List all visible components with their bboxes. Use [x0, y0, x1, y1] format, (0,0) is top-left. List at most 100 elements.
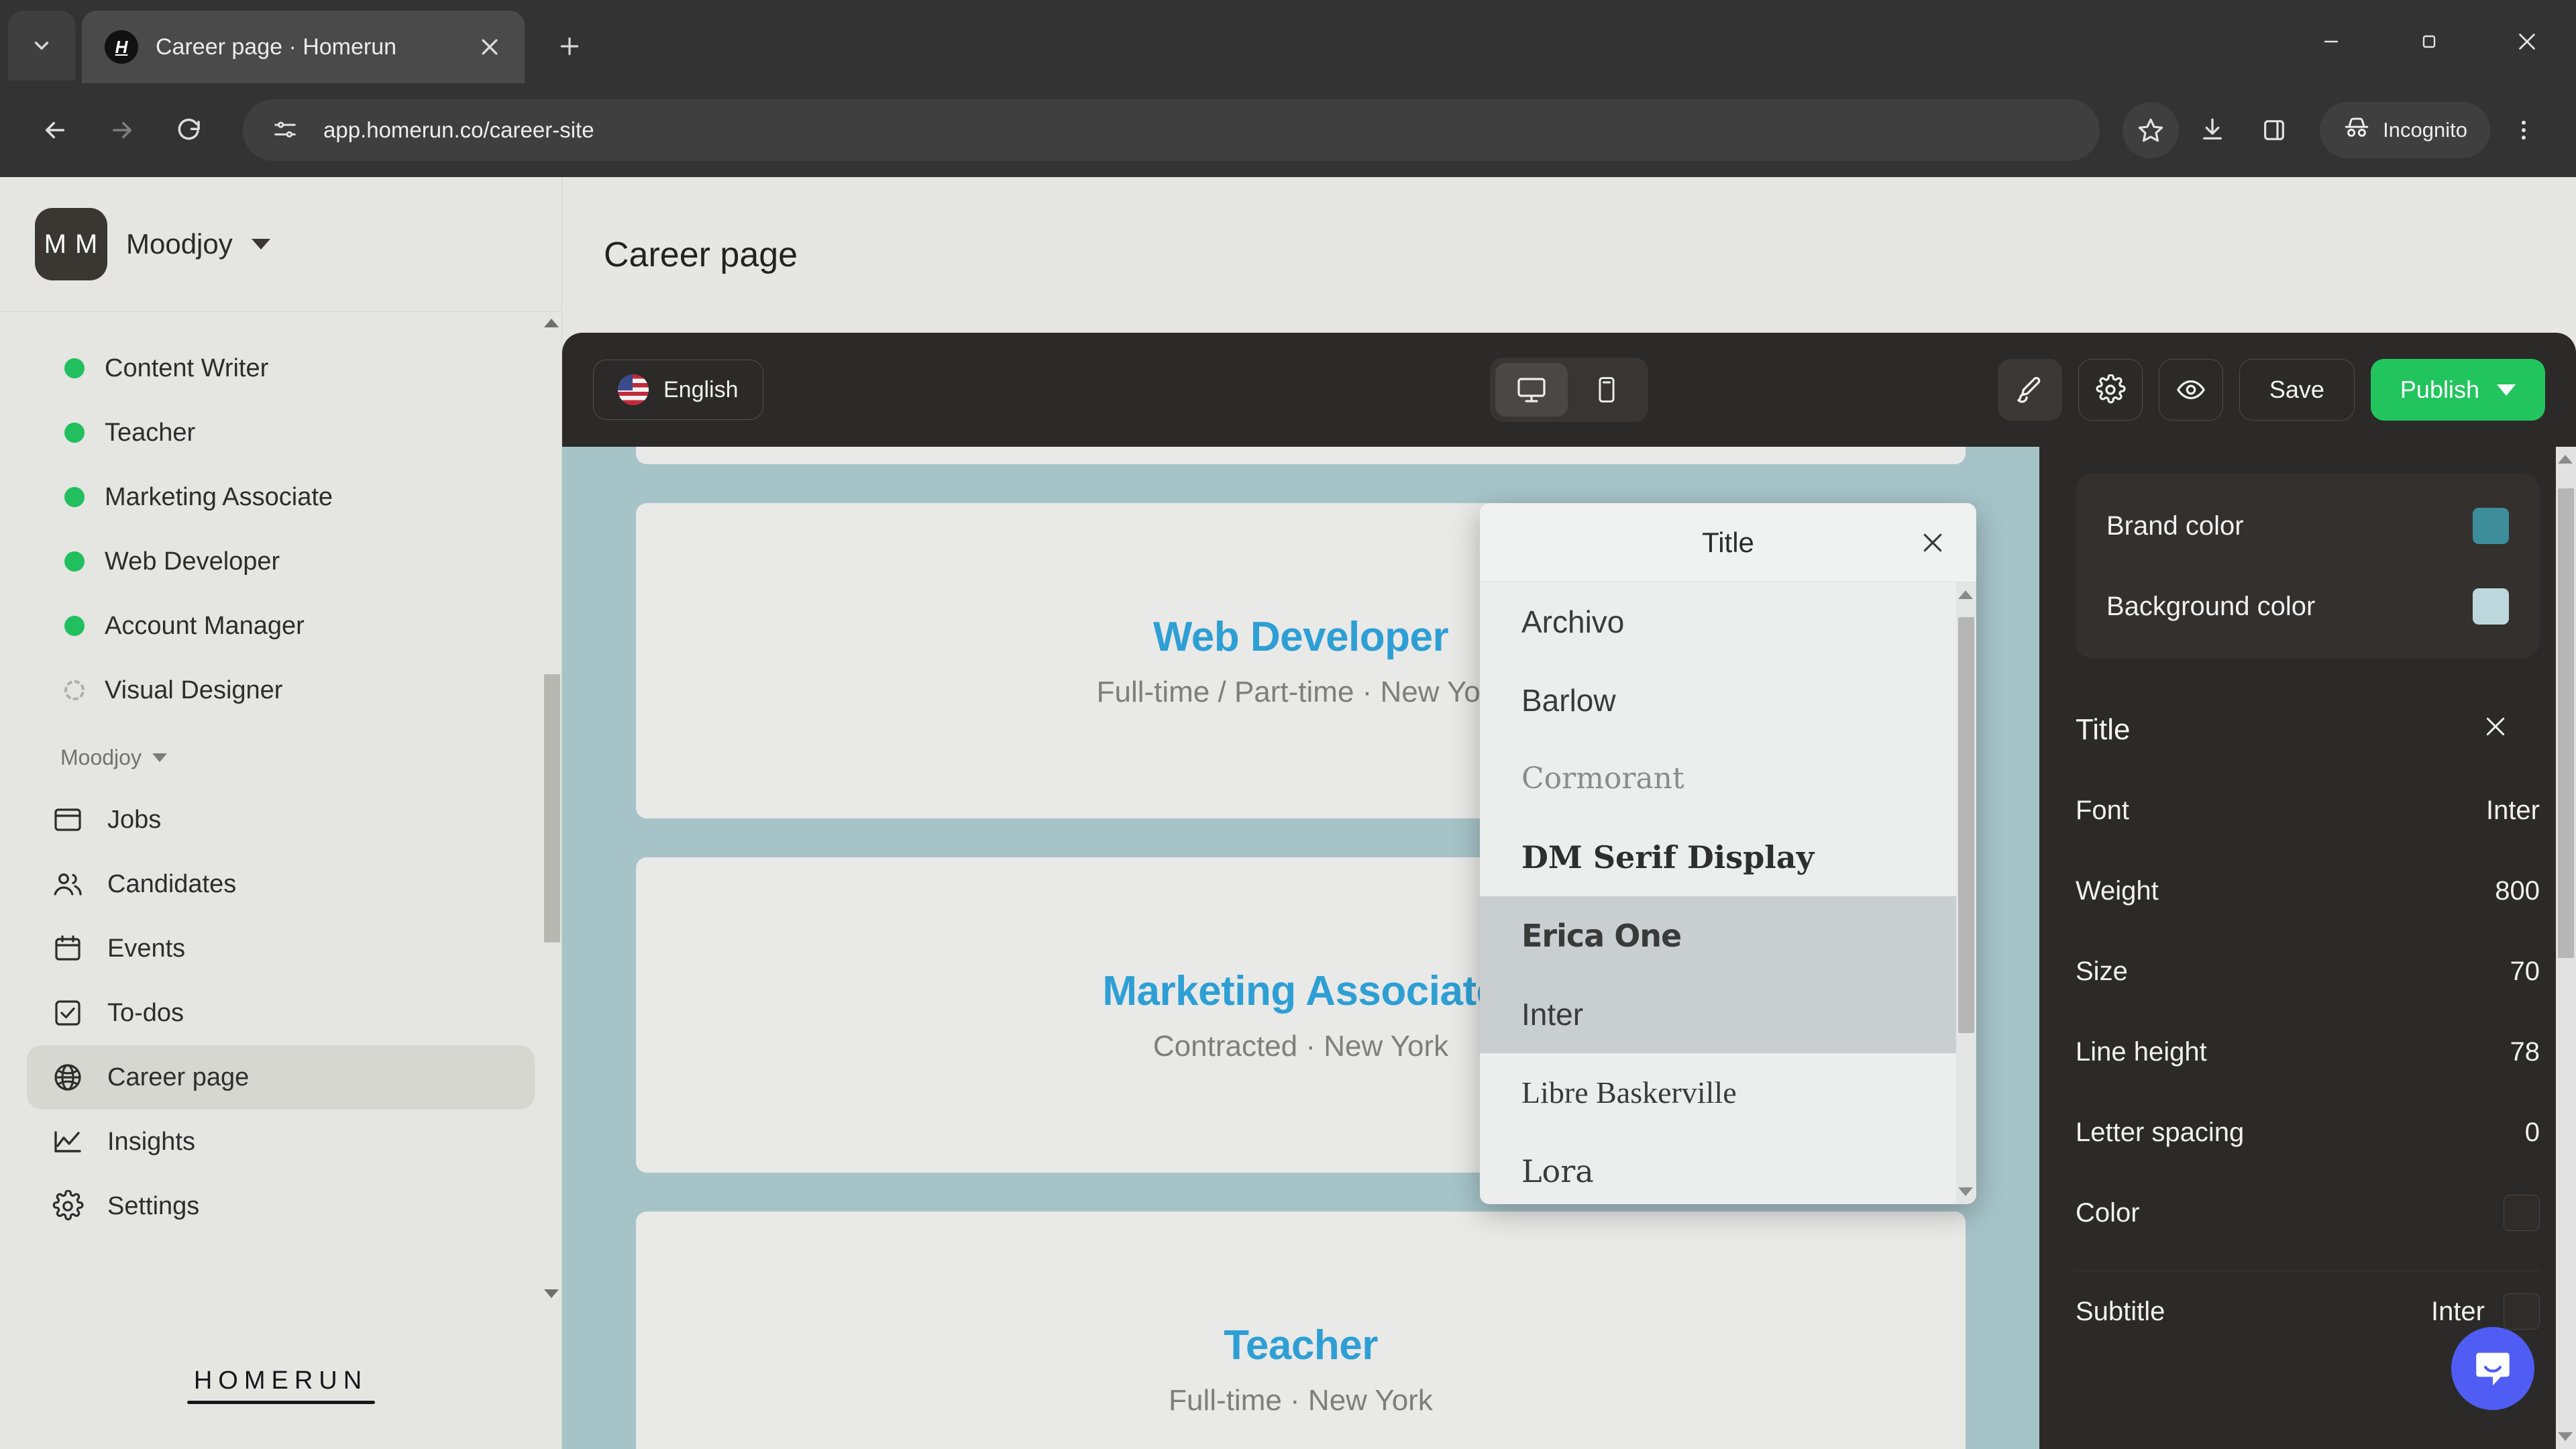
- color-setting-row[interactable]: Brand color: [2076, 486, 2540, 566]
- browser-tab[interactable]: H Career page · Homerun: [82, 11, 525, 83]
- title-setting-value: 0: [2524, 1117, 2540, 1147]
- font-option[interactable]: Archivo: [1480, 582, 1976, 661]
- intercom-chat-bubble-button[interactable]: [2451, 1327, 2534, 1410]
- design-paintbrush-button[interactable]: [1997, 359, 2062, 421]
- brand-colors-card: Brand color Background color: [2076, 474, 2540, 659]
- scroll-down-arrow-icon[interactable]: [2558, 1432, 2573, 1441]
- bookmark-star-icon[interactable]: [2123, 102, 2180, 158]
- color-setting-row[interactable]: Background color: [2076, 566, 2540, 647]
- browser-toolbar: app.homerun.co/career-site Incognito: [0, 83, 2576, 177]
- minimize-icon[interactable]: [2282, 0, 2380, 83]
- font-picker-popover: Title Archivo Barlow Cormorant DM Serif Dis…: [1480, 503, 1976, 1204]
- title-setting-row[interactable]: Size 70: [2076, 931, 2540, 1012]
- title-setting-row[interactable]: Color: [2076, 1173, 2540, 1253]
- forward-arrow-icon[interactable]: [91, 99, 153, 161]
- new-tab-plus-icon[interactable]: [541, 17, 598, 75]
- reload-icon[interactable]: [158, 99, 220, 161]
- design-settings-panel: Brand color Background color Title Font In…: [2039, 447, 2576, 1449]
- sidebar-item-candidates[interactable]: Candidates: [27, 852, 535, 916]
- preview-job-meta: Full-time / Part-time · New York: [1096, 675, 1505, 708]
- sidebar-job-item[interactable]: Marketing Associate: [0, 465, 561, 529]
- title-setting-label: Font: [2076, 795, 2130, 825]
- title-setting-row[interactable]: Letter spacing 0: [2076, 1092, 2540, 1173]
- font-option[interactable]: Erica One: [1480, 896, 1976, 975]
- color-swatch[interactable]: [2473, 588, 2509, 625]
- sidebar-item-insights[interactable]: Insights: [27, 1110, 535, 1174]
- sidebar-job-label: Marketing Associate: [105, 482, 333, 511]
- subtitle-color-swatch[interactable]: [2504, 1293, 2540, 1330]
- title-setting-row[interactable]: Font Inter: [2076, 770, 2540, 851]
- scroll-up-arrow-icon[interactable]: [1958, 590, 1973, 599]
- maximize-icon[interactable]: [2380, 0, 2478, 83]
- publish-button[interactable]: Publish: [2370, 359, 2545, 421]
- sidebar-job-item[interactable]: Account Manager: [0, 594, 561, 658]
- sidebar-item-career-page[interactable]: Career page: [27, 1045, 535, 1110]
- job-status-dot: [64, 487, 85, 507]
- sidebar-job-item[interactable]: Visual Designer: [0, 658, 561, 722]
- incognito-hat-icon: [2343, 113, 2371, 147]
- font-option[interactable]: Libre Baskerville: [1480, 1053, 1976, 1132]
- font-option[interactable]: DM Serif Display: [1480, 818, 1976, 896]
- device-desktop-button[interactable]: [1495, 363, 1568, 417]
- sidebar-item-label: Jobs: [107, 805, 162, 834]
- language-selector[interactable]: English: [593, 360, 763, 420]
- device-mobile-button[interactable]: [1570, 363, 1643, 417]
- job-status-dot: [64, 680, 85, 700]
- scroll-down-arrow-icon[interactable]: [544, 1289, 559, 1298]
- font-option[interactable]: Barlow: [1480, 661, 1976, 739]
- sidebar-item-label: Career page: [107, 1063, 250, 1091]
- chevron-down-icon: [152, 753, 167, 762]
- title-setting-label: Letter spacing: [2076, 1117, 2245, 1147]
- sidebar-job-label: Teacher: [105, 418, 196, 447]
- tab-close-icon[interactable]: [471, 28, 508, 66]
- font-option[interactable]: Inter: [1480, 975, 1976, 1053]
- settings-panel-scrollbar[interactable]: [2556, 447, 2576, 1449]
- color-setting-label: Brand color: [2106, 511, 2244, 541]
- homerun-logo: HOMERUN: [186, 1366, 375, 1404]
- preview-eye-button[interactable]: [2158, 359, 2223, 421]
- sidebar-job-item[interactable]: Web Developer: [0, 529, 561, 594]
- incognito-profile-pill[interactable]: Incognito: [2320, 102, 2490, 158]
- save-button[interactable]: Save: [2239, 359, 2355, 421]
- settings-gear-button[interactable]: [2078, 359, 2143, 421]
- sidebar-item-jobs[interactable]: Jobs: [27, 788, 535, 852]
- downloads-icon[interactable]: [2184, 102, 2241, 158]
- preview-job-card[interactable]: Teacher Full-time · New York: [636, 1212, 1966, 1449]
- kebab-menu-icon[interactable]: [2496, 102, 2552, 158]
- font-option[interactable]: Lora: [1480, 1132, 1976, 1204]
- scroll-up-arrow-icon[interactable]: [544, 319, 559, 327]
- career-page-preview: Web Developer Full-time / Part-time · New…: [562, 447, 2039, 1449]
- title-setting-row[interactable]: Line height 78: [2076, 1012, 2540, 1092]
- sidebar-nav-group-label[interactable]: Moodjoy: [27, 745, 535, 770]
- app-shell: M M Moodjoy Content Writer Teacher Marketi…: [0, 177, 2576, 1449]
- sidebar-item-to-dos[interactable]: To-dos: [27, 981, 535, 1045]
- job-card-clipped[interactable]: [636, 447, 1966, 464]
- sidebar-job-item[interactable]: Content Writer: [0, 336, 561, 400]
- window-close-icon[interactable]: [2478, 0, 2576, 83]
- font-list-scrollbar[interactable]: [1956, 582, 1976, 1204]
- font-option[interactable]: Cormorant: [1480, 739, 1976, 818]
- close-icon[interactable]: [1915, 525, 1951, 561]
- sidebar-item-label: Events: [107, 934, 186, 963]
- sidebar-item-label: To-dos: [107, 998, 184, 1027]
- site-settings-tune-icon[interactable]: [267, 112, 303, 148]
- font-list-scrollbar-thumb[interactable]: [1958, 617, 1974, 1033]
- tab-search-chevron-down-icon[interactable]: [8, 11, 75, 80]
- back-arrow-icon[interactable]: [24, 99, 86, 161]
- scroll-up-arrow-icon[interactable]: [2558, 455, 2573, 464]
- sidebar-scrollbar[interactable]: [543, 312, 561, 1305]
- side-panel-icon[interactable]: [2246, 102, 2302, 158]
- title-setting-row[interactable]: Weight 800: [2076, 851, 2540, 931]
- title-color-swatch[interactable]: [2504, 1195, 2540, 1231]
- sidebar-item-settings[interactable]: Settings: [27, 1174, 535, 1238]
- color-swatch[interactable]: [2473, 508, 2509, 544]
- preview-job-meta: Contracted · New York: [1152, 1029, 1449, 1063]
- close-icon[interactable]: [2482, 713, 2509, 747]
- sidebar-scrollbar-thumb[interactable]: [544, 674, 560, 943]
- settings-panel-scrollbar-thumb[interactable]: [2558, 488, 2574, 958]
- org-switcher[interactable]: M M Moodjoy: [0, 177, 561, 311]
- sidebar-item-events[interactable]: Events: [27, 916, 535, 981]
- sidebar-job-item[interactable]: Teacher: [0, 400, 561, 465]
- address-bar[interactable]: app.homerun.co/career-site: [243, 99, 2100, 161]
- scroll-down-arrow-icon[interactable]: [1958, 1187, 1973, 1196]
